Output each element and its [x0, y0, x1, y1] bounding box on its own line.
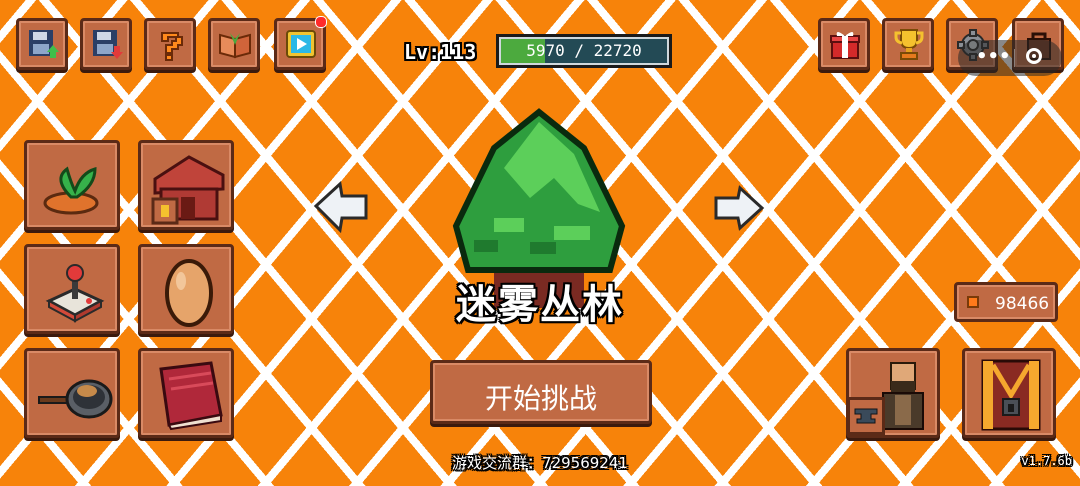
house-icon	[151, 155, 225, 225]
floppy-upload-icon	[29, 30, 59, 58]
arcade-button[interactable]	[24, 244, 120, 334]
house-button[interactable]	[138, 140, 234, 230]
arrow-left-icon[interactable]	[312, 178, 370, 234]
help-button[interactable]	[144, 18, 196, 70]
cooking-button[interactable]	[24, 348, 120, 438]
gift-button[interactable]	[818, 18, 870, 70]
xp-text: 5970 / 22720	[526, 41, 642, 60]
save-upload-button[interactable]	[16, 18, 68, 70]
egg-icon	[165, 259, 213, 327]
start-challenge-label: 开始挑战	[484, 382, 597, 415]
xp-bar: 5970 / 22720	[496, 34, 672, 68]
question-mark-icon	[161, 32, 183, 61]
egg-button[interactable]	[138, 244, 234, 334]
notification-badge	[315, 16, 327, 28]
blacksmith-button[interactable]	[846, 348, 940, 438]
joystick-icon	[45, 264, 105, 323]
save-download-button[interactable]	[80, 18, 132, 70]
group-info: 游戏交流群：729569241	[452, 454, 628, 472]
start-challenge-button[interactable]: 开始挑战	[430, 360, 652, 424]
treasure-chest-icon	[981, 359, 1041, 431]
video-button[interactable]	[274, 16, 327, 70]
anvil-icon	[854, 408, 878, 424]
capsule-divider	[1014, 49, 1015, 67]
codex-button[interactable]	[208, 18, 260, 70]
currency-value: 98466	[995, 294, 1050, 314]
red-book-icon	[159, 361, 223, 431]
overlay-capsule[interactable]: •••	[958, 40, 1062, 76]
trophy-icon	[894, 29, 924, 60]
trophy-button[interactable]	[882, 18, 934, 70]
book-button[interactable]	[138, 348, 234, 438]
chest-button[interactable]	[962, 348, 1056, 438]
frying-pan-icon	[38, 379, 113, 419]
close-circle-icon[interactable]	[1026, 48, 1042, 64]
play-screen-icon	[286, 30, 316, 58]
farm-button[interactable]	[24, 140, 120, 230]
stage-name: 迷雾丛林	[456, 282, 624, 328]
floppy-download-icon	[93, 30, 123, 59]
anvil-sub-button[interactable]	[847, 397, 885, 435]
more-options-icon[interactable]: •••	[976, 46, 1011, 67]
sprout-icon	[43, 166, 99, 215]
currency-display: 98466	[954, 282, 1058, 322]
level-label: Lv:113	[404, 40, 477, 64]
arrow-right-icon[interactable]	[712, 182, 766, 234]
coin-icon	[967, 296, 979, 308]
version-label: v1.7.6b	[1021, 454, 1072, 468]
open-book-icon	[219, 33, 251, 59]
gift-box-icon	[830, 32, 860, 59]
